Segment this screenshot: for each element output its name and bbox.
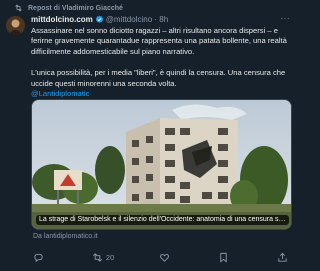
mention-link[interactable]: @Lantidiplomatic	[31, 89, 89, 98]
tweet-paragraph-1: Assassinare nel sonno diciotto ragazzi –…	[31, 26, 287, 56]
link-card[interactable]: La strage di Starobelsk e il silenzio de…	[31, 99, 292, 230]
avatar-image	[6, 16, 25, 35]
bookmark-icon	[220, 252, 227, 263]
card-source[interactable]: Da lantidiplomatico.it	[33, 233, 98, 240]
tweet-text: Assassinare nel sonno diciotto ragazzi –…	[31, 26, 293, 99]
repost-icon	[15, 4, 22, 12]
share-icon	[278, 252, 287, 262]
more-options-button[interactable]: ···	[281, 14, 291, 23]
heart-icon	[160, 253, 170, 262]
card-headline: La strage di Starobelsk e il silenzio de…	[36, 215, 289, 225]
tweet-header: mittdolcino.com @mittdolcino · 8h	[31, 15, 168, 24]
bookmark-button[interactable]	[218, 252, 232, 263]
retweet-icon	[92, 253, 102, 262]
repost-indicator[interactable]: Repost di Vladimiro Giacché	[14, 4, 123, 12]
author-handle-time[interactable]: @mittdolcino · 8h	[106, 15, 168, 24]
author-name[interactable]: mittdolcino.com	[31, 15, 93, 24]
reply-button[interactable]	[33, 252, 47, 263]
repost-label: Repost di Vladimiro Giacché	[28, 4, 123, 12]
card-image	[32, 100, 291, 229]
share-button[interactable]	[277, 252, 291, 263]
reply-icon	[34, 253, 43, 263]
retweet-button[interactable]: 20	[92, 252, 114, 263]
retweet-count: 20	[105, 253, 115, 262]
avatar[interactable]	[6, 16, 25, 35]
action-bar: 20	[33, 252, 291, 263]
verified-badge-icon	[95, 15, 103, 23]
more-options-icon: ···	[280, 14, 290, 23]
tweet-paragraph-2: L'unica possibilità, per i media "liberi…	[31, 68, 286, 88]
like-button[interactable]	[159, 252, 173, 263]
